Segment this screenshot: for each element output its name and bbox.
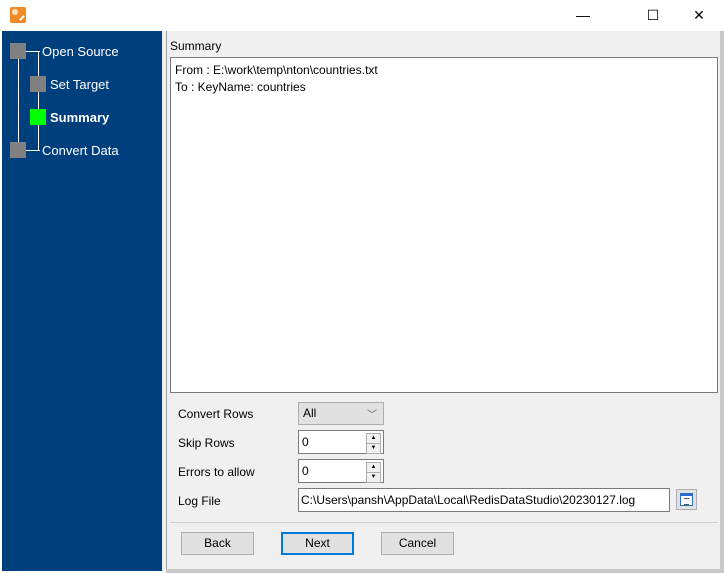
step-open-source: Open Source — [42, 44, 119, 59]
maximize-button[interactable]: ☐ — [630, 0, 676, 30]
step-set-target: Set Target — [50, 77, 110, 92]
app-icon — [10, 7, 26, 23]
convert-rows-label: Convert Rows — [178, 407, 254, 421]
step-node-open-source — [10, 43, 26, 59]
step-node-summary — [30, 109, 46, 125]
step-node-set-target — [30, 76, 46, 92]
step-connector — [18, 51, 19, 151]
summary-line-to: To : KeyName: countries — [175, 80, 306, 94]
step-convert-data: Convert Data — [42, 143, 119, 158]
skip-rows-label: Skip Rows — [178, 436, 235, 450]
step-node-convert-data — [10, 142, 26, 158]
browse-log-file-button[interactable] — [676, 489, 697, 510]
log-file-label: Log File — [178, 494, 221, 508]
errors-to-allow-label: Errors to allow — [178, 465, 255, 479]
next-button[interactable]: Next — [281, 532, 354, 555]
summary-line-from: From : E:\work\temp\nton\countries.txt — [175, 63, 378, 77]
wizard-steps-panel: Open Source Set Target Summary Convert D… — [2, 31, 162, 571]
skip-rows-value: 0 — [302, 435, 309, 449]
close-button[interactable]: ✕ — [676, 0, 722, 30]
back-button[interactable]: Back — [181, 532, 254, 555]
window-edge — [166, 569, 724, 573]
cancel-button[interactable]: Cancel — [381, 532, 454, 555]
log-file-input[interactable]: C:\Users\pansh\AppData\Local\RedisDataSt… — [298, 488, 670, 512]
minimize-button[interactable]: — — [560, 0, 606, 30]
convert-rows-value: All — [303, 406, 317, 420]
summary-label: Summary — [170, 39, 222, 53]
step-summary: Summary — [50, 110, 110, 125]
chevron-down-icon: ﹀ — [367, 410, 377, 421]
title-bar: — ☐ ✕ — [0, 0, 724, 30]
document-icon — [680, 493, 693, 506]
summary-textbox[interactable]: From : E:\work\temp\nton\countries.txt T… — [170, 57, 718, 393]
step-connector — [26, 150, 40, 151]
spin-down-icon[interactable]: ▼ — [366, 443, 381, 454]
errors-to-allow-value: 0 — [302, 464, 309, 478]
step-connector — [38, 51, 39, 151]
window-edge — [720, 31, 724, 571]
convert-rows-select[interactable]: All ﹀ — [298, 402, 384, 425]
skip-rows-spinner[interactable]: 0 ▲ ▼ — [298, 430, 384, 454]
spin-down-icon[interactable]: ▼ — [366, 472, 381, 483]
divider — [170, 522, 718, 523]
errors-to-allow-spinner[interactable]: 0 ▲ ▼ — [298, 459, 384, 483]
